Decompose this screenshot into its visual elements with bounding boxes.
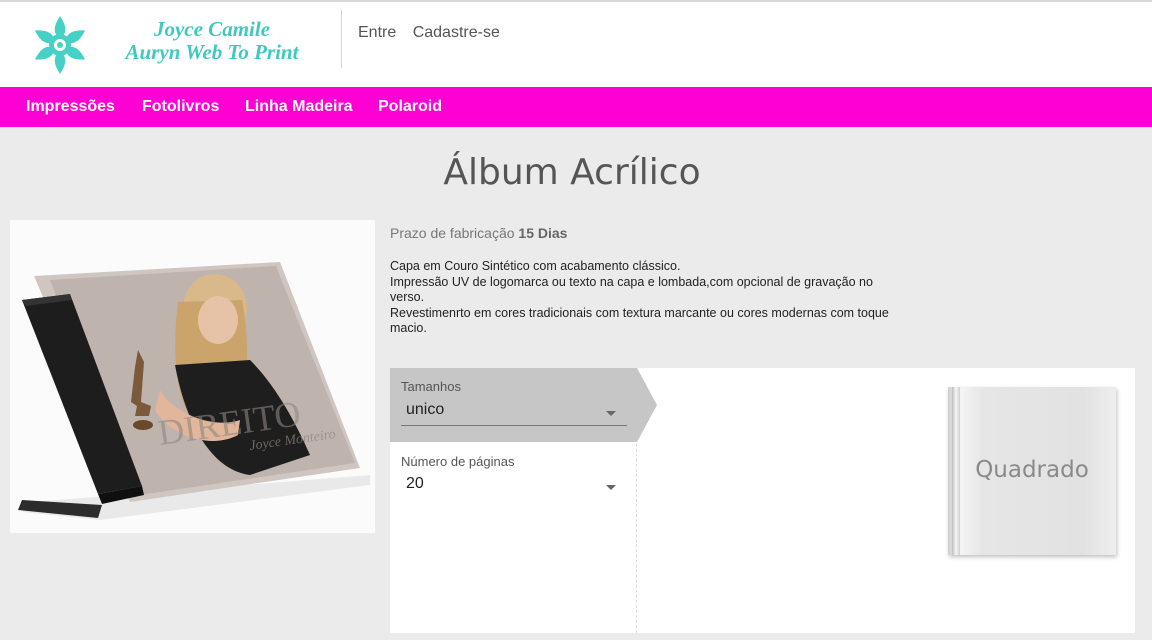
chevron-down-icon[interactable] (606, 485, 616, 490)
size-select-underline (401, 425, 627, 426)
size-select[interactable]: unico (406, 401, 444, 419)
flower-logo-icon[interactable] (28, 14, 92, 76)
lead-time: Prazo de fabricação 15 Dias (390, 225, 567, 241)
lead-time-value: 15 Dias (518, 225, 568, 241)
size-option-active[interactable]: Tamanhos unico (390, 368, 637, 442)
nav-item-fotolivros[interactable]: Fotolivros (142, 87, 219, 127)
size-preview-card[interactable]: Quadrado (948, 387, 1116, 555)
signup-link[interactable]: Cadastre-se (413, 24, 500, 41)
brand-line-2: Auryn Web To Print (125, 40, 299, 64)
lead-time-label: Prazo de fabricação (390, 225, 515, 241)
nav-item-polaroid[interactable]: Polaroid (378, 87, 442, 127)
brand-line-1: Joyce Camile (153, 17, 271, 41)
main-nav: Impressões Fotolivros Linha Madeira Pola… (0, 87, 1152, 127)
chevron-down-icon[interactable] (606, 411, 616, 416)
site-header: Joyce Camile Auryn Web To Print Entre Ca… (0, 2, 1152, 87)
pages-label: Número de páginas (401, 454, 515, 469)
header-divider (341, 10, 342, 68)
album-photo: DIREITO Joyce Monteiro (18, 262, 370, 520)
size-label: Tamanhos (401, 379, 461, 394)
nav-item-linha-madeira[interactable]: Linha Madeira (245, 87, 353, 127)
description-line: Capa em Couro Sintético com acabamento c… (390, 259, 681, 273)
login-link[interactable]: Entre (358, 24, 396, 41)
description-line: Revestimenrto em cores tradicionais com … (390, 305, 889, 336)
pages-select[interactable]: 20 (406, 475, 424, 493)
description-line: Impressão UV de logomarca ou texto na ca… (390, 274, 873, 305)
preview-label: Quadrado (975, 457, 1089, 483)
page-title: Álbum Acrílico (443, 152, 701, 193)
brand-name[interactable]: Joyce Camile Auryn Web To Print (92, 18, 332, 64)
active-option-arrow (637, 368, 657, 442)
auth-links: Entre Cadastre-se (358, 24, 512, 42)
product-image: DIREITO Joyce Monteiro (10, 220, 375, 533)
product-description: Capa em Couro Sintético com acabamento c… (390, 259, 890, 337)
options-column: Tamanhos unico Número de páginas 20 (390, 368, 657, 633)
nav-item-impressoes[interactable]: Impressões (26, 87, 115, 127)
